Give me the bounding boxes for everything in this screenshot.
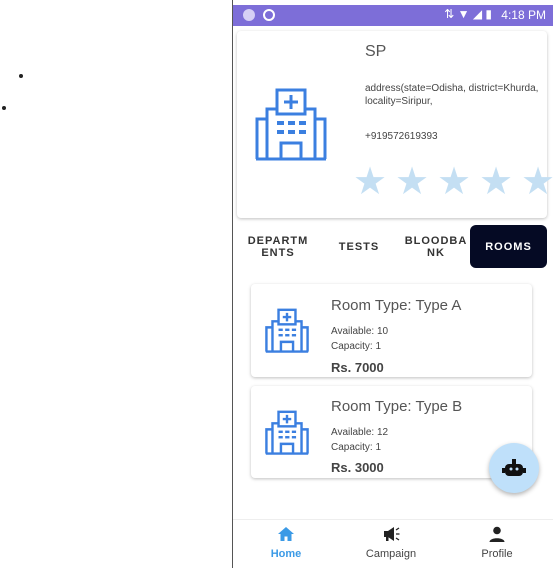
nav-profile[interactable]: Profile bbox=[452, 526, 542, 560]
megaphone-icon bbox=[384, 527, 400, 541]
hospital-phone: +919572619393 bbox=[365, 131, 438, 142]
star-icon[interactable]: ★ bbox=[391, 164, 433, 200]
status-time: 4:18 PM bbox=[501, 8, 546, 22]
room-price: Rs. 3000 bbox=[331, 460, 384, 475]
nav-home[interactable]: Home bbox=[241, 526, 331, 560]
phone-screen: ⇅ ▼ ◢ ▮ 4:18 PM SP address(state=Odisha,… bbox=[232, 0, 553, 568]
nav-home-label: Home bbox=[270, 548, 302, 560]
hospital-name: SP bbox=[365, 43, 387, 60]
nav-campaign[interactable]: Campaign bbox=[346, 526, 436, 560]
room-price: Rs. 7000 bbox=[331, 360, 384, 375]
nav-profile-label: Profile bbox=[481, 548, 513, 560]
hospital-icon bbox=[265, 410, 309, 455]
hospital-icon bbox=[255, 88, 327, 161]
tab-rooms[interactable]: ROOMS bbox=[470, 225, 547, 268]
bottom-nav: Home Campaign Profile bbox=[233, 519, 553, 568]
tab-bar: DEPARTM ENTS TESTS BLOODBA NK ROOMS bbox=[239, 225, 553, 269]
hospital-card[interactable]: SP address(state=Odisha, district=Khurda… bbox=[237, 31, 553, 218]
tab-tests[interactable]: TESTS bbox=[323, 225, 395, 268]
opera-icon bbox=[263, 9, 275, 21]
app-notification-icon bbox=[243, 9, 255, 21]
room-capacity: Capacity: 1 bbox=[331, 341, 382, 352]
tab-bloodbank[interactable]: BLOODBA NK bbox=[399, 225, 473, 268]
room-available: Available: 12 bbox=[331, 427, 389, 438]
star-icon[interactable]: ★ bbox=[349, 164, 391, 200]
nav-campaign-label: Campaign bbox=[365, 548, 417, 560]
room-title: Room Type: Type A bbox=[331, 297, 462, 314]
hospital-icon bbox=[265, 308, 309, 353]
signal-wifi-battery-icons: ⇅ ▼ ◢ ▮ bbox=[444, 7, 492, 21]
star-icon[interactable]: ★ bbox=[475, 164, 517, 200]
room-available: Available: 10 bbox=[331, 326, 389, 337]
chatbot-icon bbox=[502, 459, 526, 476]
star-icon[interactable]: ★ bbox=[517, 164, 553, 200]
list-bullet bbox=[19, 74, 23, 78]
list-bullet bbox=[2, 106, 6, 110]
tab-departments[interactable]: DEPARTM ENTS bbox=[241, 225, 315, 268]
person-icon bbox=[489, 526, 505, 542]
home-icon bbox=[278, 527, 294, 541]
rating-stars[interactable]: ★ ★ ★ ★ ★ bbox=[349, 164, 553, 200]
status-bar: ⇅ ▼ ◢ ▮ 4:18 PM bbox=[233, 5, 553, 26]
star-icon[interactable]: ★ bbox=[433, 164, 475, 200]
hospital-address: address(state=Odisha, district=Khurda, l… bbox=[365, 83, 539, 107]
room-capacity: Capacity: 1 bbox=[331, 442, 382, 453]
room-card[interactable]: Room Type: Type A Available: 10 Capacity… bbox=[251, 284, 532, 377]
chatbot-button[interactable] bbox=[489, 443, 539, 493]
room-title: Room Type: Type B bbox=[331, 398, 463, 415]
